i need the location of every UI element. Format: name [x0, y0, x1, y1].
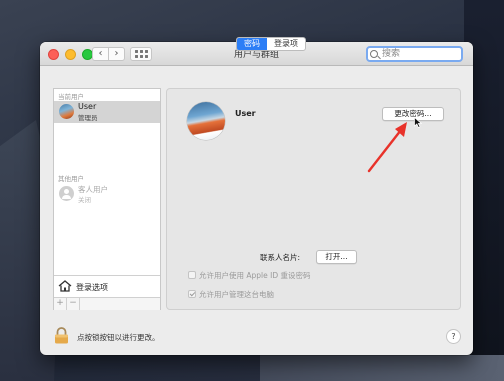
users-groups-window: ‹ › 用户与群组 搜索 当前用户 User 管理员 其他用户 客人用户 关闭	[40, 42, 473, 355]
desktop-wallpaper-bottom	[260, 355, 504, 381]
current-user-role: 管理员	[78, 114, 98, 122]
tab-switcher: 密码 登录项	[236, 37, 306, 51]
current-user-name: User	[78, 102, 97, 111]
remove-user-button[interactable]: −	[67, 298, 80, 310]
allow-admin-label: 允许用户管理这台电脑	[199, 290, 274, 299]
open-contact-button[interactable]: 打开...	[316, 250, 357, 264]
apple-id-reset-checkbox[interactable]	[188, 271, 196, 279]
apple-id-reset-option[interactable]: 允许用户使用 Apple ID 重设密码	[188, 270, 311, 281]
sidebar-footer: + −	[54, 297, 160, 310]
login-options-label: 登录选项	[76, 283, 108, 292]
allow-admin-checkbox[interactable]	[188, 290, 196, 298]
login-options-item[interactable]: 登录选项	[54, 275, 160, 297]
guest-user-state: 关闭	[78, 196, 91, 204]
main-user-name: User	[235, 109, 256, 118]
tab-password[interactable]: 密码	[237, 38, 267, 50]
allow-admin-option[interactable]: 允许用户管理这台电脑	[188, 289, 274, 300]
lock-hint-text: 点按锁按钮以进行更改。	[77, 333, 160, 342]
search-icon	[370, 50, 378, 58]
annotation-arrow	[367, 122, 407, 173]
lock-icon[interactable]	[54, 327, 69, 344]
help-button[interactable]: ?	[446, 329, 461, 344]
user-list-sidebar: 当前用户 User 管理员 其他用户 客人用户 关闭 登录选项 + −	[53, 88, 161, 310]
mouse-pointer-icon	[414, 117, 422, 128]
user-avatar	[59, 104, 74, 119]
user-avatar-large[interactable]	[187, 102, 225, 140]
user-list-item-current[interactable]: User 管理员	[54, 101, 160, 123]
contact-card-label: 联系人名片:	[260, 253, 301, 262]
other-users-header: 其他用户	[58, 175, 84, 183]
current-users-header: 当前用户	[58, 93, 84, 101]
guest-user-icon	[59, 186, 74, 201]
search-placeholder: 搜索	[382, 49, 401, 59]
house-icon	[58, 280, 72, 292]
search-field[interactable]: 搜索	[366, 46, 463, 62]
apple-id-reset-label: 允许用户使用 Apple ID 重设密码	[199, 271, 311, 280]
tab-login-items[interactable]: 登录项	[267, 38, 305, 50]
add-user-button[interactable]: +	[54, 298, 67, 310]
